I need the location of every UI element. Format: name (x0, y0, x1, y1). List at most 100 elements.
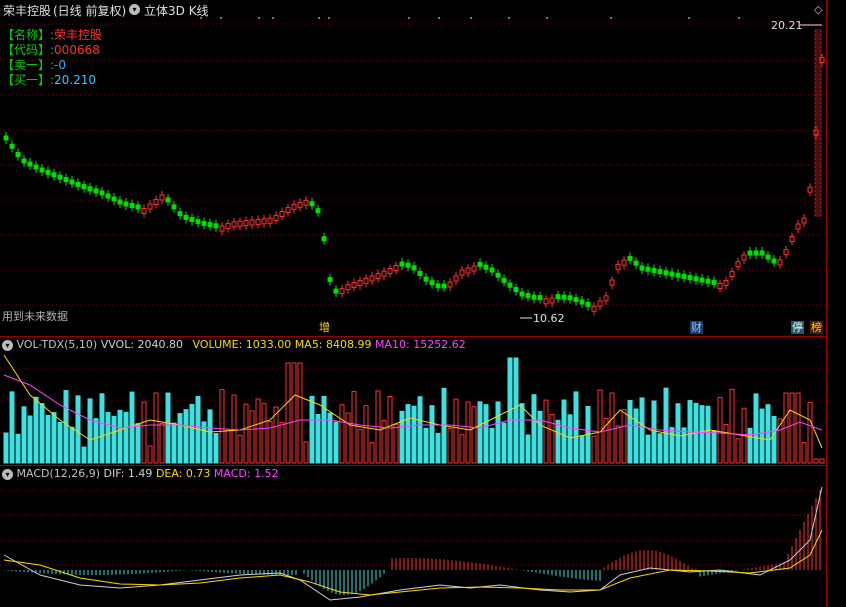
limit-up-mark (814, 53, 822, 57)
volume-bar (93, 418, 99, 464)
volume-bar (153, 392, 159, 464)
marker-dot (408, 17, 410, 19)
limit-up-mark (814, 193, 822, 197)
volume-bar (537, 410, 543, 464)
volume-bar (105, 411, 111, 464)
limit-up-mark (814, 109, 822, 113)
candle-body (513, 287, 519, 293)
candle-body (693, 276, 699, 282)
candle-body (81, 184, 87, 190)
limit-up-mark (814, 165, 822, 169)
volume-bar (369, 442, 375, 464)
macd-header: ▾ MACD(12,26,9) DIF: 1.49 DEA: 0.73 MACD… (2, 467, 279, 480)
candle-body (507, 282, 513, 288)
macd-menu-icon[interactable]: ▾ (2, 468, 13, 480)
limit-up-mark (814, 185, 822, 189)
candle-body (579, 299, 585, 305)
candle-body (285, 207, 291, 214)
volume-bar (147, 445, 153, 464)
candle-body (675, 272, 681, 278)
candle-body (687, 275, 693, 281)
volume-bar (45, 414, 51, 464)
volume-bar (675, 403, 681, 464)
volume-bar (345, 412, 351, 464)
volume-bar (669, 427, 675, 464)
panel-divider (0, 336, 826, 337)
candle-body (387, 268, 393, 274)
candle-body (369, 275, 375, 282)
volume-bar (735, 438, 741, 464)
candle-body (789, 236, 795, 242)
volume-bar (63, 390, 69, 464)
candle-body (621, 259, 627, 266)
volume-bar (237, 434, 243, 464)
candle-body (723, 280, 729, 286)
limit-up-mark (814, 173, 822, 177)
volume-bar (513, 357, 519, 464)
volume-bar (657, 433, 663, 464)
candle-body (471, 265, 477, 272)
volume-value: VOLUME: 1033.00 (192, 338, 292, 351)
limit-up-mark (814, 113, 822, 117)
volume-bar (627, 399, 633, 464)
volume-bar (117, 409, 123, 464)
volume-bar (177, 413, 183, 464)
candle-body (537, 295, 543, 301)
marker-dot (200, 17, 202, 19)
marker-dot (258, 17, 260, 19)
event-tag[interactable]: 增 (318, 321, 331, 334)
candle-body (525, 293, 531, 299)
limit-up-mark (814, 157, 822, 161)
volume-bar (69, 426, 75, 464)
volume-bar (291, 362, 297, 464)
candle-body (225, 223, 231, 230)
candle-body (9, 143, 15, 149)
candle-body (543, 298, 549, 305)
limit-up-mark (814, 81, 822, 85)
macd-value: MACD: 1.52 (213, 467, 279, 480)
volume-bar (483, 404, 489, 464)
candle-body (303, 199, 309, 206)
candle-body (567, 295, 573, 301)
volume-bar (561, 399, 567, 464)
limit-up-mark (814, 177, 822, 181)
candle-body (465, 267, 471, 274)
candle-body (357, 279, 363, 286)
volume-bar (525, 434, 531, 464)
future-data-note: 用到未来数据 (2, 310, 68, 323)
candle-body (183, 214, 189, 220)
event-tag[interactable]: 财 (690, 321, 703, 334)
candle-body (801, 217, 807, 224)
volume-bar (339, 404, 345, 464)
candle-body (549, 297, 555, 304)
candle-body (39, 167, 45, 173)
limit-up-mark (814, 77, 822, 81)
volume-bar (711, 430, 717, 464)
limit-up-mark (814, 49, 822, 53)
candle-body (699, 277, 705, 283)
volume-bar (225, 429, 231, 464)
limit-up-mark (814, 105, 822, 109)
volume-bar (633, 408, 639, 464)
volume-indicator-name[interactable]: VOL-TDX(5,10) (17, 338, 98, 351)
limit-up-mark (814, 153, 822, 157)
limit-up-mark (814, 213, 822, 217)
candle-body (615, 263, 621, 270)
volume-bar (591, 435, 597, 464)
macd-indicator-name[interactable]: MACD(12,26,9) (17, 467, 101, 480)
candle-body (489, 267, 495, 273)
candle-body (501, 277, 507, 283)
volume-bar (639, 397, 645, 464)
volume-bar (819, 458, 825, 464)
volume-bar (51, 412, 57, 464)
event-tag[interactable]: 停 (791, 321, 804, 334)
marker-dot (328, 17, 330, 19)
kline-chart[interactable] (0, 0, 846, 607)
volume-bar (459, 434, 465, 464)
event-tag[interactable]: 榜 (810, 321, 823, 334)
candle-body (279, 211, 285, 217)
marker-dot (610, 17, 612, 19)
candle-body (561, 294, 567, 300)
candle-body (603, 295, 609, 302)
volume-menu-icon[interactable]: ▾ (2, 339, 13, 351)
